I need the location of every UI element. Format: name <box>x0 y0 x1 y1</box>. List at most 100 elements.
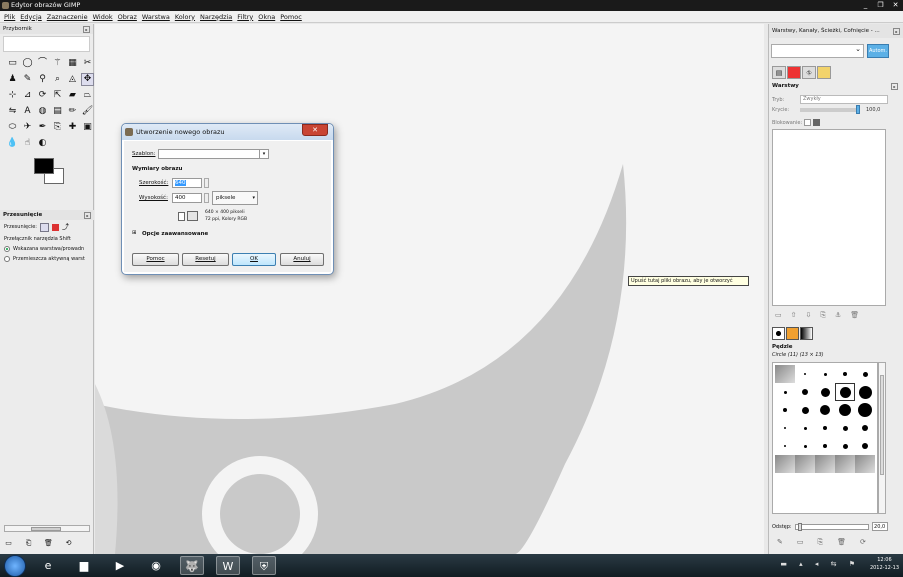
move-layer-icon[interactable] <box>40 222 49 232</box>
radio-move-active[interactable]: Przemieszcza aktywną warst <box>0 254 94 264</box>
firefox-icon[interactable]: ◉ <box>144 556 168 575</box>
shear-icon[interactable]: ▰ <box>66 89 79 102</box>
width-input[interactable]: 640 <box>172 178 202 188</box>
radio-off-icon[interactable] <box>4 256 10 262</box>
pencil-icon[interactable]: ✏ <box>66 105 79 118</box>
brush-swatch[interactable] <box>775 365 795 383</box>
save-options-icon[interactable]: ▭ <box>4 539 13 548</box>
security-icon[interactable]: ⛨ <box>252 556 276 575</box>
fuzzy-select-icon[interactable]: ⚚ <box>51 57 64 70</box>
spacing-handle[interactable] <box>797 522 802 531</box>
explorer-icon[interactable]: ▆ <box>72 556 96 575</box>
brush-scroll-thumb[interactable] <box>880 375 884 475</box>
menu-select[interactable]: Zaznaczenie <box>47 13 88 21</box>
auto-button[interactable]: Autom. <box>867 44 889 58</box>
brush-swatch[interactable] <box>795 383 815 401</box>
new-brush-icon[interactable]: ▭ <box>797 538 804 547</box>
brush-swatch[interactable] <box>775 419 795 437</box>
delete-brush-icon[interactable]: 🗑 <box>837 538 846 547</box>
tab-layers[interactable]: ▤ <box>772 66 786 79</box>
brush-swatch[interactable] <box>795 419 815 437</box>
maximize-button[interactable]: ❐ <box>873 0 888 11</box>
ie-icon[interactable]: e <box>36 556 60 575</box>
menu-view[interactable]: Widok <box>93 13 113 21</box>
blend-icon[interactable]: ▤ <box>51 105 64 118</box>
dropdown-arrow-icon[interactable]: ▾ <box>259 150 268 158</box>
crop-icon[interactable]: ⊿ <box>21 89 34 102</box>
unit-dropdown-icon[interactable]: ▾ <box>252 192 255 204</box>
brush-vertical-scrollbar[interactable] <box>878 362 886 514</box>
dock-menu-icon[interactable]: ▸ <box>893 27 900 35</box>
restore-options-icon[interactable]: ⎗ <box>24 539 33 548</box>
portrait-icon[interactable] <box>178 212 185 221</box>
width-spin-button[interactable] <box>204 178 209 188</box>
image-selector-combo[interactable] <box>771 44 864 58</box>
brush-swatch[interactable] <box>775 383 795 401</box>
foreground-color-swatch[interactable] <box>34 158 54 174</box>
brush-swatch[interactable] <box>815 455 835 473</box>
bucket-fill-icon[interactable]: ◍ <box>36 105 49 118</box>
brush-swatch[interactable] <box>795 365 815 383</box>
rect-select-icon[interactable]: ▭ <box>6 57 19 70</box>
perspective-icon[interactable]: ⏢ <box>81 89 94 102</box>
media-player-icon[interactable]: ▶ <box>108 556 132 575</box>
edit-brush-icon[interactable]: ✎ <box>777 538 783 547</box>
help-button[interactable]: Pomoc <box>132 253 179 266</box>
image-canvas-drop-area[interactable] <box>95 24 764 554</box>
mode-select[interactable]: Zwykły <box>800 95 888 104</box>
advanced-options-expander[interactable]: Opcje zaawansowane <box>142 231 208 237</box>
panel-menu-icon[interactable]: ▸ <box>83 25 90 33</box>
landscape-icon[interactable] <box>187 211 198 221</box>
brush-swatch[interactable] <box>815 365 835 383</box>
scrollbar-thumb[interactable] <box>31 527 61 531</box>
close-button[interactable]: ✕ <box>888 0 903 11</box>
move-path-icon[interactable]: ⤴ <box>62 222 69 232</box>
brush-swatch[interactable] <box>835 401 855 419</box>
color-picker-icon[interactable]: ⚲ <box>36 73 49 86</box>
perspective-clone-icon[interactable]: ▣ <box>81 121 94 134</box>
brush-swatch[interactable] <box>855 437 875 455</box>
text-icon[interactable]: A <box>21 105 34 118</box>
foreground-select-icon[interactable]: ♟ <box>6 73 19 86</box>
brush-swatch[interactable] <box>835 455 855 473</box>
brush-swatch[interactable] <box>815 419 835 437</box>
blur-icon[interactable]: 💧 <box>6 137 19 150</box>
options-menu-icon[interactable]: ▸ <box>84 211 91 219</box>
anchor-layer-icon[interactable]: ⚓ <box>835 311 841 320</box>
move-icon[interactable]: ✥ <box>81 73 94 86</box>
align-icon[interactable]: ⊹ <box>6 89 19 102</box>
lock-alpha-icon[interactable] <box>813 119 821 126</box>
brush-swatch[interactable] <box>855 383 875 401</box>
start-button[interactable] <box>4 555 26 577</box>
opacity-handle[interactable] <box>856 105 860 114</box>
menu-edit[interactable]: Edycja <box>20 13 41 21</box>
radio-on-icon[interactable] <box>4 246 10 252</box>
tab-paths[interactable]: ⛗ <box>802 66 816 79</box>
brush-grid[interactable] <box>772 362 878 514</box>
brush-swatch[interactable] <box>855 401 875 419</box>
minimize-button[interactable]: _ <box>858 0 873 11</box>
template-select[interactable]: ▾ <box>158 149 269 159</box>
tray-icons[interactable]: ▬ ▴ ◂ ⇆ ⚑ <box>780 560 860 568</box>
word-icon[interactable]: W <box>216 556 240 575</box>
menu-layer[interactable]: Warstwa <box>142 13 170 21</box>
brush-swatch[interactable] <box>795 455 815 473</box>
height-spin-button[interactable] <box>204 193 209 203</box>
expand-icon[interactable]: ⊞ <box>132 230 137 236</box>
horizontal-scrollbar[interactable] <box>4 525 90 532</box>
brush-swatch[interactable] <box>835 383 855 401</box>
move-selection-icon[interactable] <box>52 223 59 231</box>
lower-layer-icon[interactable]: ⇩ <box>806 311 812 320</box>
ink-icon[interactable]: ✒ <box>36 121 49 134</box>
paintbrush-icon[interactable]: 🖌 <box>81 105 94 118</box>
reset-options-icon[interactable]: ⟲ <box>64 539 73 548</box>
brush-swatch[interactable] <box>815 383 835 401</box>
spacing-value[interactable]: 20,0 <box>871 522 888 531</box>
layer-list[interactable] <box>772 129 886 306</box>
brush-swatch[interactable] <box>775 401 795 419</box>
brush-swatch[interactable] <box>835 365 855 383</box>
refresh-brushes-icon[interactable]: ⟳ <box>860 538 866 547</box>
free-select-icon[interactable]: ⌒ <box>36 57 49 70</box>
menu-colors[interactable]: Kolory <box>175 13 195 21</box>
opacity-slider[interactable] <box>800 105 860 114</box>
